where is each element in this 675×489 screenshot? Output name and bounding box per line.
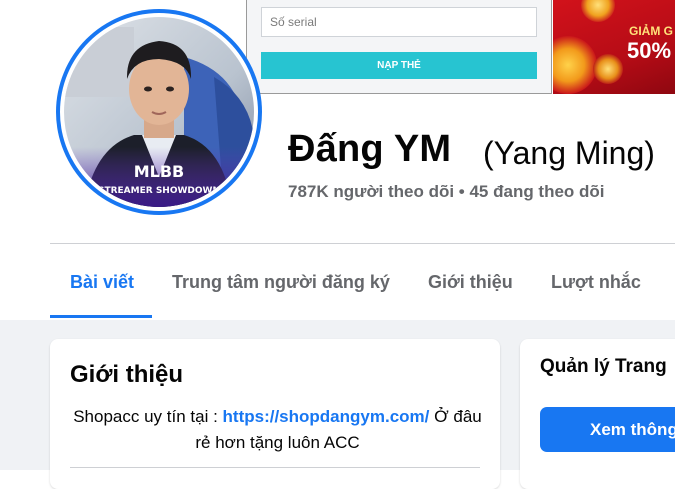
active-tab-indicator (50, 315, 152, 318)
bio-text: Shopacc uy tín tại : (73, 407, 223, 426)
intro-title: Giới thiệu (70, 361, 184, 388)
alternate-name: (Yang Ming) (483, 135, 655, 171)
cover-promo-banner: GIẢM G 50% (553, 0, 675, 94)
promo-percent: 50% (627, 38, 672, 63)
tab-posts[interactable]: Bài viết (70, 272, 134, 293)
intro-bio: Shopacc uy tín tại : https://shopdangym.… (70, 404, 485, 456)
follower-stats[interactable]: 787K người theo dõi • 45 đang theo dõi (288, 182, 605, 202)
serial-input: Số serial (261, 7, 537, 37)
bio-website-link[interactable]: https://shopdangym.com/ (223, 407, 430, 426)
avatar-overlay-subtitle: STREAMER SHOWDOWN (98, 186, 220, 196)
avatar-overlay-title: MLBB (134, 162, 185, 181)
flower-decoration (581, 0, 615, 22)
flower-decoration (553, 36, 597, 94)
avatar[interactable]: MLBB STREAMER SHOWDOWN (64, 17, 254, 207)
manage-page-title: Quản lý Trang (540, 356, 667, 377)
view-info-button[interactable]: Xem thông (540, 407, 675, 452)
tab-mentions[interactable]: Lượt nhắc (551, 272, 641, 293)
divider (50, 243, 675, 244)
cover-photo-form: Số serial NẠP THẺ (246, 0, 552, 94)
tab-subscriber-hub[interactable]: Trung tâm người đăng ký (172, 272, 390, 293)
avatar-photo: MLBB STREAMER SHOWDOWN (64, 17, 254, 207)
divider (70, 467, 480, 468)
flower-decoration (593, 54, 623, 84)
promo-label: GIẢM G (629, 24, 673, 38)
intro-card: Giới thiệu Shopacc uy tín tại : https://… (50, 339, 500, 489)
topup-button: NẠP THẺ (261, 52, 537, 79)
manage-page-card: Quản lý Trang Xem thông (520, 339, 675, 489)
tab-about[interactable]: Giới thiệu (428, 272, 513, 293)
page-title: Đấng YM (288, 128, 452, 170)
